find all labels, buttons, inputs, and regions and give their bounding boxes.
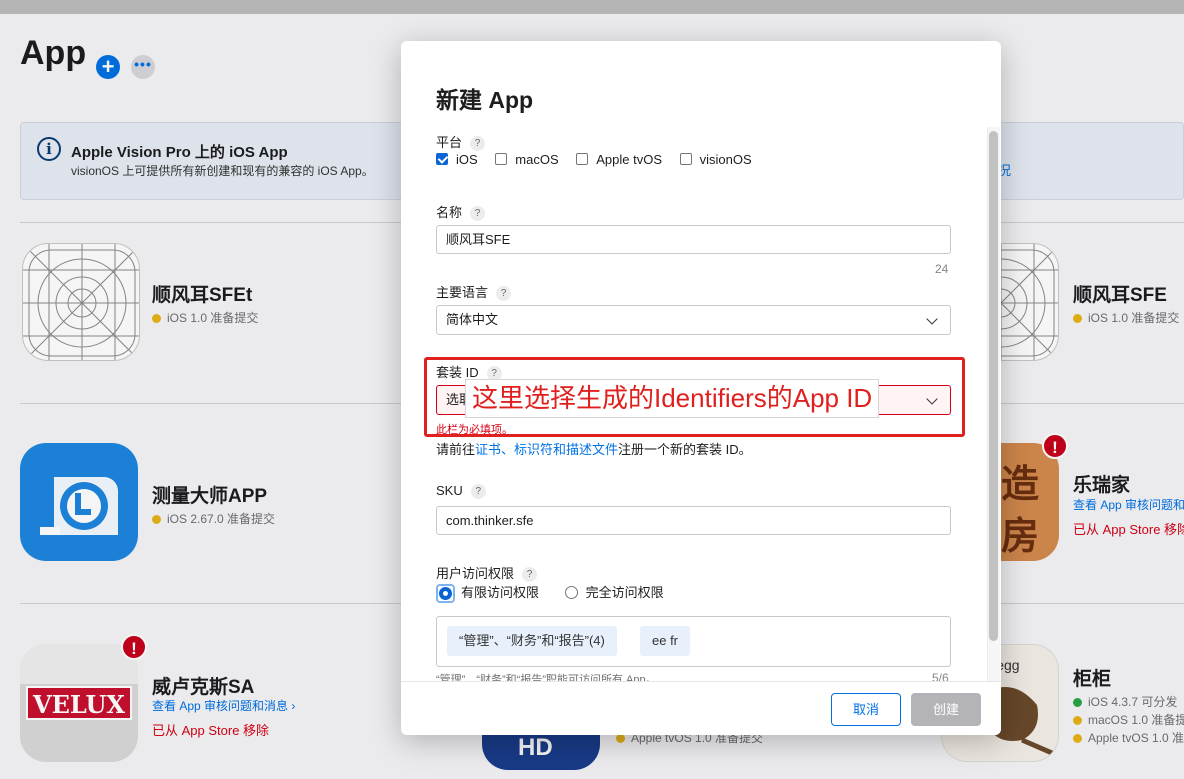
- chevron-down-icon: [926, 313, 938, 325]
- role-token[interactable]: “管理”、“财务”和“报告”(4): [447, 626, 617, 656]
- checkbox[interactable]: [576, 153, 589, 165]
- sku-label: SKU?: [436, 483, 486, 499]
- user-access-options: 有限访问权限 完全访问权限: [436, 582, 686, 603]
- limited-access-option[interactable]: 有限访问权限: [436, 582, 539, 603]
- checkbox-checked[interactable]: [436, 153, 448, 165]
- full-access-option[interactable]: 完全访问权限: [564, 582, 664, 601]
- language-select[interactable]: 简体中文: [436, 305, 951, 335]
- platform-options: iOS macOS Apple tvOS visionOS: [436, 152, 766, 167]
- annotation-label: 这里选择生成的Identifiers的App ID: [465, 379, 880, 418]
- help-icon[interactable]: ?: [470, 206, 486, 221]
- name-label: 名称?: [436, 202, 486, 221]
- checkbox[interactable]: [495, 153, 508, 165]
- sku-input[interactable]: com.thinker.sfe: [436, 506, 951, 535]
- scrollbar-thumb[interactable]: [989, 131, 998, 641]
- platform-label: 平台?: [436, 132, 486, 151]
- cancel-button[interactable]: 取消: [831, 693, 901, 726]
- user-token[interactable]: ee fr: [640, 626, 691, 656]
- checkbox[interactable]: [679, 153, 692, 165]
- help-icon[interactable]: ?: [470, 484, 486, 499]
- access-token-field[interactable]: “管理”、“财务”和“报告”(4) ee fr: [436, 616, 951, 667]
- user-access-label: 用户访问权限?: [436, 563, 538, 582]
- bundle-id-hint: 请前往证书、标识符和描述文件注册一个新的套装 ID。: [436, 442, 752, 457]
- platform-macos[interactable]: macOS: [495, 152, 559, 167]
- help-icon[interactable]: ?: [496, 286, 512, 301]
- help-icon[interactable]: ?: [522, 567, 538, 582]
- help-icon[interactable]: ?: [470, 136, 486, 151]
- certificates-link[interactable]: 证书、标识符和描述文件: [475, 442, 618, 457]
- create-button[interactable]: 创建: [911, 693, 981, 726]
- name-char-count: 24: [935, 262, 949, 276]
- platform-visionos[interactable]: visionOS: [679, 152, 752, 167]
- radio[interactable]: [564, 586, 578, 599]
- modal-footer: 取消 创建: [401, 681, 1001, 735]
- name-input[interactable]: 顺风耳SFE: [436, 225, 951, 254]
- language-label: 主要语言?: [436, 282, 512, 301]
- radio-selected[interactable]: [439, 587, 452, 600]
- modal-title: 新建 App: [436, 87, 534, 113]
- platform-ios[interactable]: iOS: [436, 152, 478, 167]
- platform-tvos[interactable]: Apple tvOS: [576, 152, 662, 167]
